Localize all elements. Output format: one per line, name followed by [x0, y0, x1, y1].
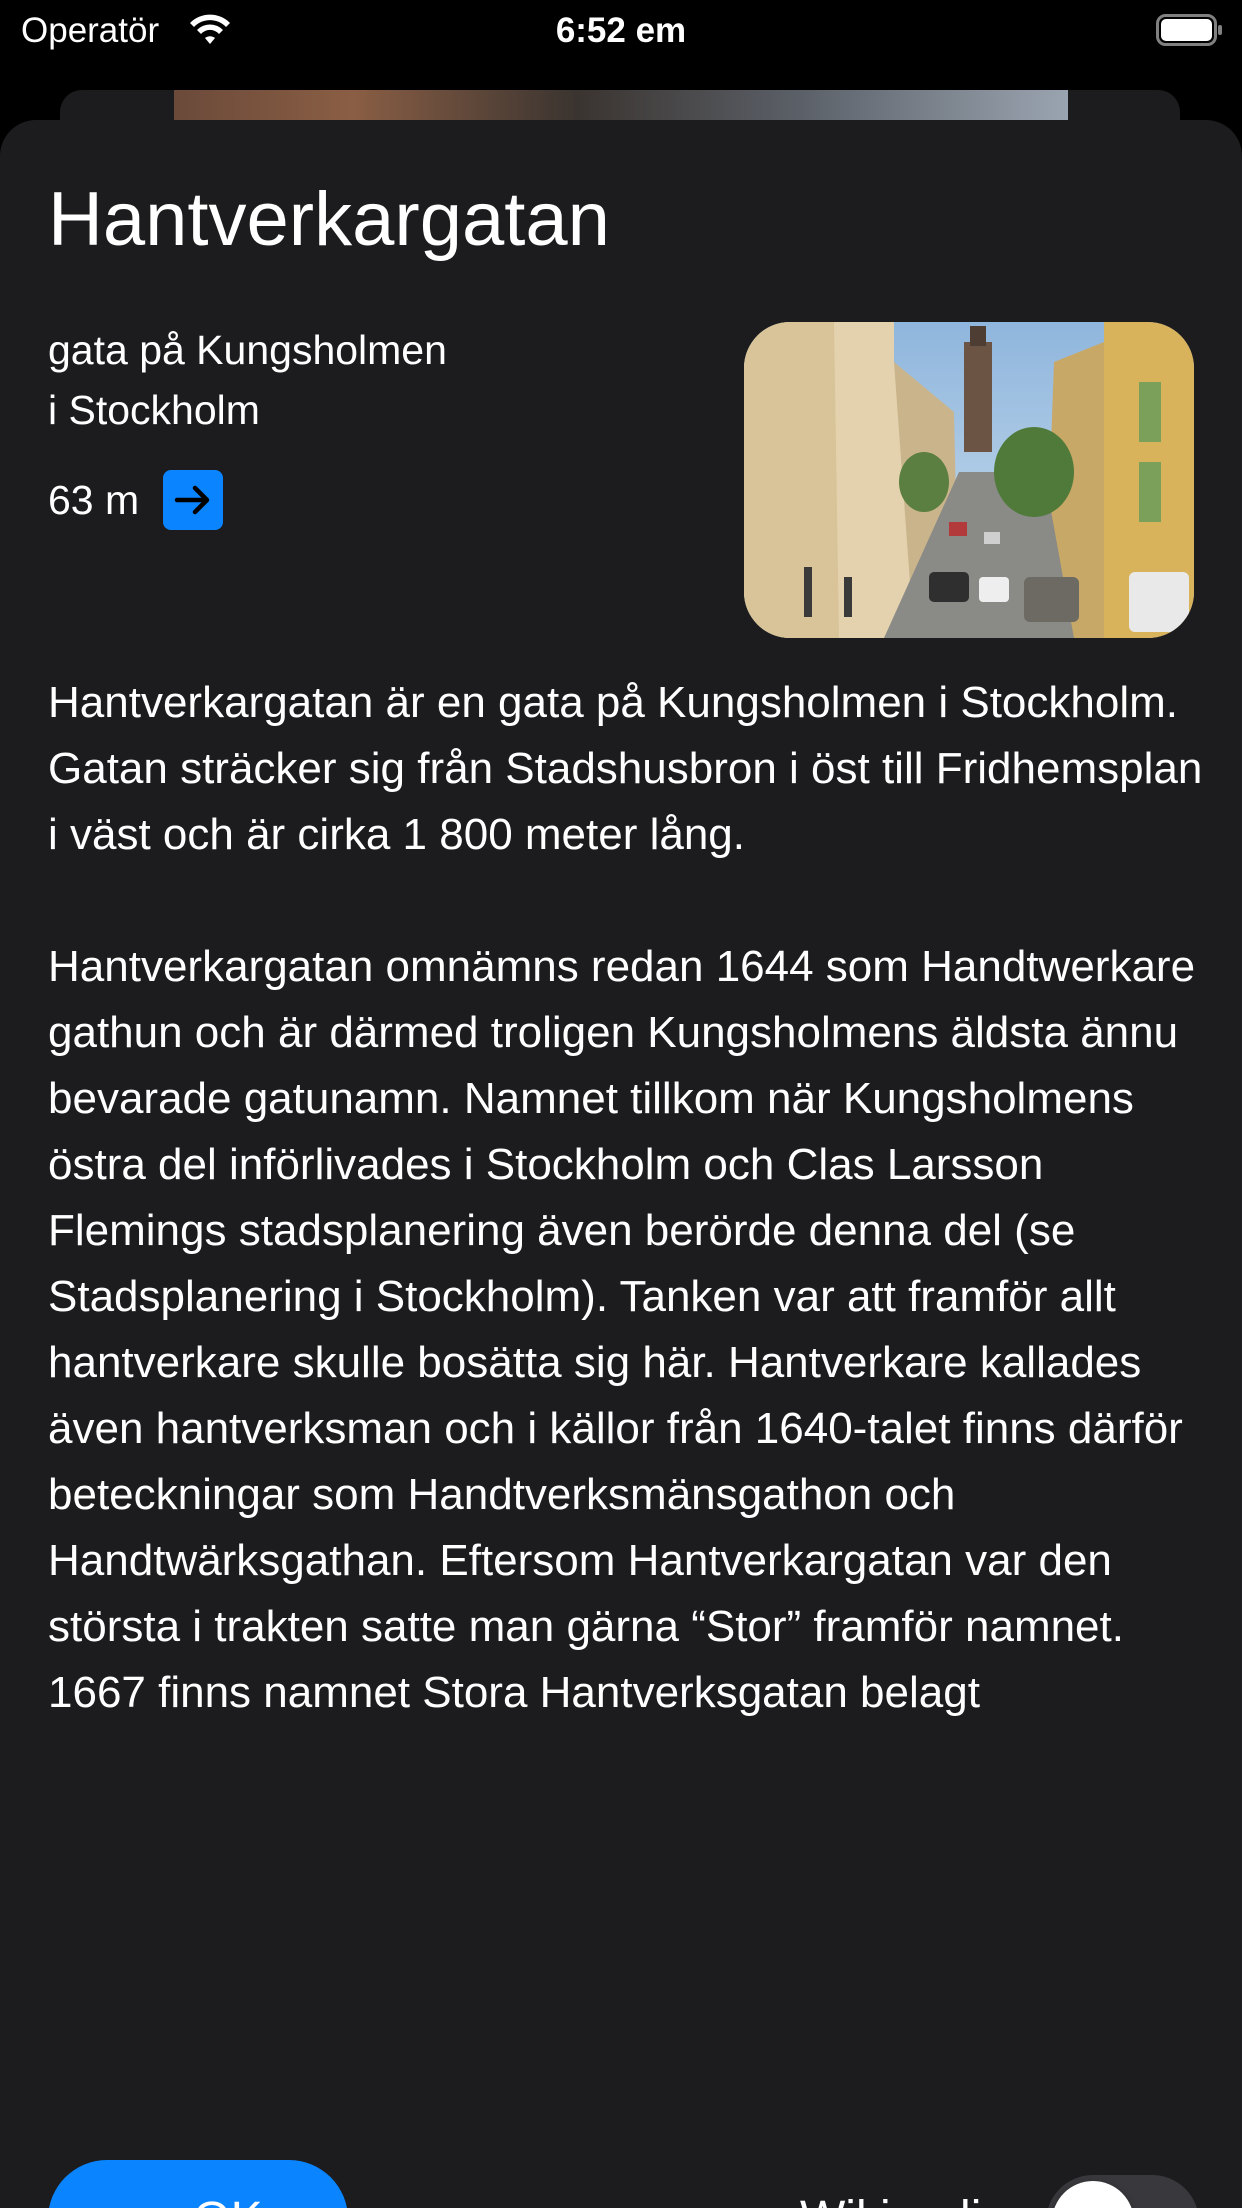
- bottom-toolbar: OK Wikipedia: [0, 2020, 1242, 2208]
- distance-label: 63 m: [48, 477, 140, 523]
- wikipedia-toggle[interactable]: [1046, 2175, 1199, 2208]
- place-detail-sheet: Hantverkargatan gata på Kungsholmen i St…: [0, 120, 1242, 2208]
- subtitle-line-2: i Stockholm: [48, 387, 260, 433]
- description-paragraph-1: Hantverkargatan är en gata på Kungsholme…: [48, 678, 1203, 859]
- ok-button[interactable]: OK: [48, 2160, 348, 2208]
- toggle-knob[interactable]: [1052, 2181, 1134, 2208]
- ok-button-label: OK: [193, 2192, 262, 2208]
- clock: 6:52 em: [555, 11, 687, 50]
- place-subtitle: gata på Kungsholmen i Stockholm: [48, 320, 608, 440]
- wikipedia-label: Wikipedia: [800, 2180, 1008, 2208]
- status-bar: Operatör 6:52 em: [0, 0, 1242, 62]
- description-paragraph-2: Hantverkargatan omnämns redan 1644 som H…: [48, 942, 1196, 1717]
- directions-button[interactable]: [163, 470, 224, 530]
- battery-icon: [1156, 14, 1222, 46]
- page-title: Hantverkargatan: [48, 177, 610, 262]
- description-scroll[interactable]: Hantverkargatan är en gata på Kungsholme…: [48, 670, 1208, 1968]
- distance-row: 63 m: [48, 470, 224, 530]
- arrow-right-icon: [174, 485, 210, 515]
- subtitle-line-1: gata på Kungsholmen: [48, 327, 447, 373]
- street-photo-image: [744, 322, 1194, 638]
- place-photo[interactable]: [744, 322, 1194, 638]
